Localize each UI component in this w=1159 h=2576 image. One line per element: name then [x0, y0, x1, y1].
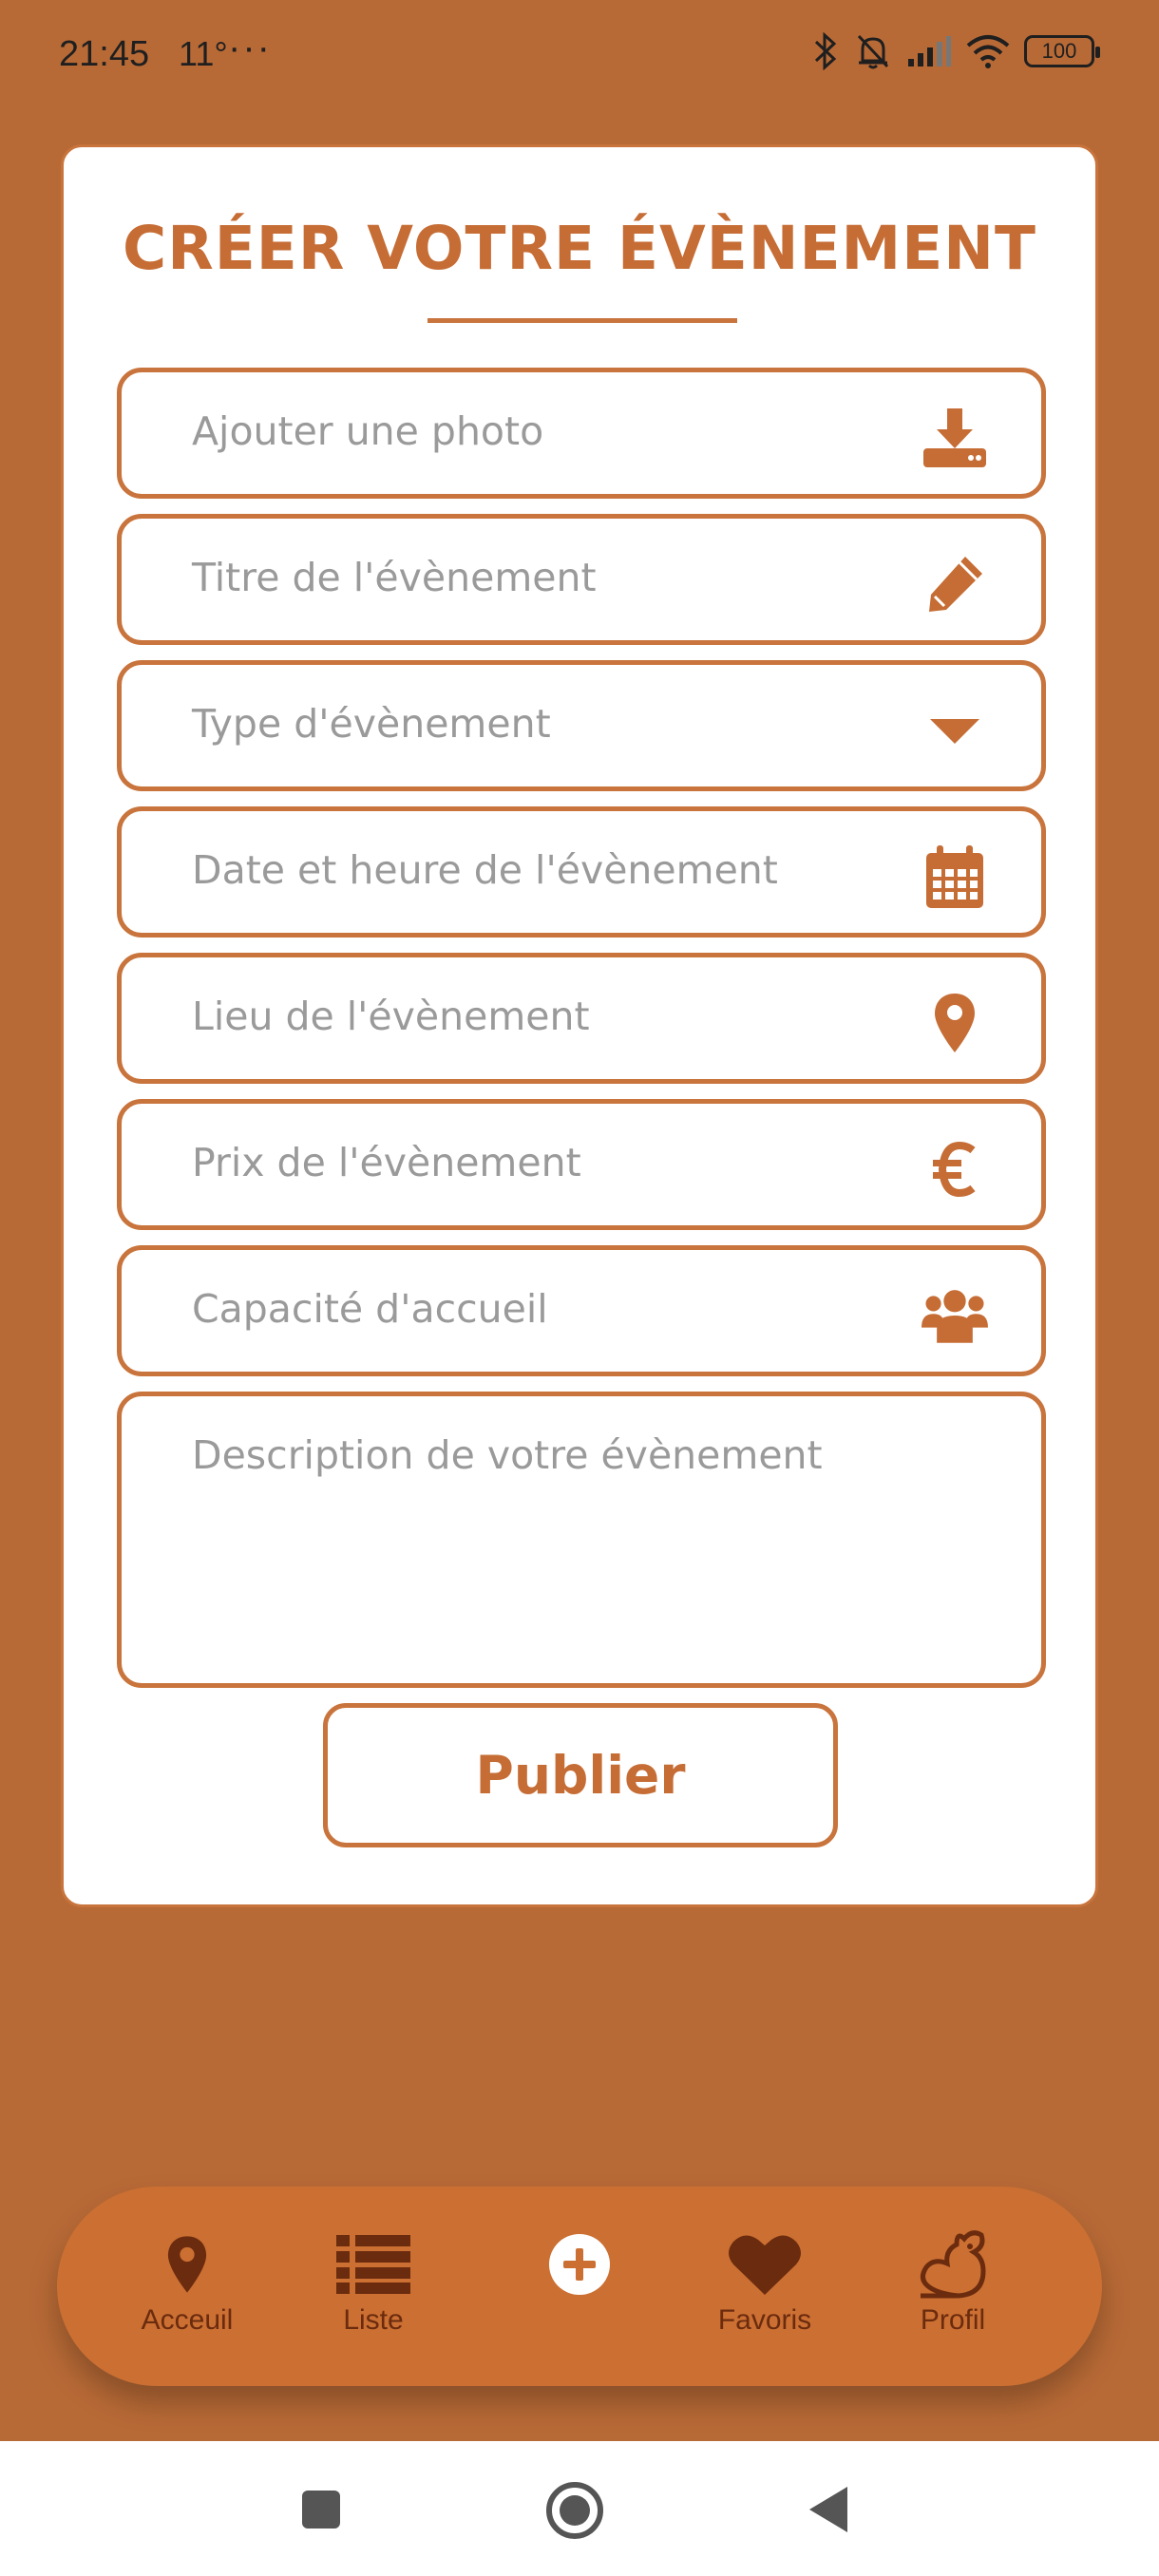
nav-item-profile[interactable]: Profil: [877, 2228, 1029, 2337]
nav-item-favorites[interactable]: Favoris: [689, 2228, 841, 2337]
event-location-placeholder: Lieu de l'évènement: [192, 994, 590, 1039]
status-icons: 100: [811, 32, 1100, 70]
event-type-select[interactable]: Type d'évènement: [117, 660, 1046, 791]
bell-off-icon: [857, 34, 889, 69]
status-more-dots: ···: [228, 27, 272, 68]
wifi-icon: [966, 35, 1010, 68]
bottom-navigation: Acceuil Liste Favoris Profil: [57, 2187, 1102, 2386]
back-icon[interactable]: [808, 2485, 849, 2534]
download-icon[interactable]: [922, 405, 988, 471]
heart-icon: [689, 2228, 841, 2301]
nav-label-home: Acceuil: [141, 2304, 234, 2336]
bluetooth-icon: [814, 32, 837, 70]
publish-button[interactable]: Publier: [323, 1703, 838, 1847]
squirrel-icon: [877, 2228, 1029, 2301]
pencil-icon: [922, 551, 988, 617]
recent-apps-icon[interactable]: [300, 2489, 342, 2530]
map-pin-icon: [922, 990, 988, 1056]
system-navigation-bar: [0, 2441, 1159, 2576]
event-datetime-placeholder: Date et heure de l'évènement: [192, 847, 778, 893]
event-title-field[interactable]: Titre de l'évènement: [117, 514, 1046, 645]
page-title: CRÉER VOTRE ÉVÈNEMENT: [123, 214, 1036, 283]
caret-down-icon[interactable]: [922, 697, 988, 764]
event-price-placeholder: Prix de l'évènement: [192, 1140, 581, 1185]
nav-label-favorites: Favoris: [717, 2304, 812, 2336]
event-description-placeholder: Description de votre évènement: [192, 1432, 823, 1478]
users-icon: [922, 1282, 988, 1349]
nav-label-list: Liste: [343, 2304, 404, 2336]
signal-icon: [908, 36, 951, 66]
event-type-placeholder: Type d'évènement: [192, 701, 551, 747]
calendar-icon[interactable]: [922, 843, 988, 910]
event-title-placeholder: Titre de l'évènement: [192, 555, 597, 600]
nav-item-home[interactable]: Acceuil: [111, 2228, 263, 2337]
event-capacity-placeholder: Capacité d'accueil: [192, 1286, 548, 1332]
nav-item-list[interactable]: Liste: [297, 2228, 449, 2337]
title-underline: [428, 318, 737, 323]
event-location-field[interactable]: Lieu de l'évènement: [117, 953, 1046, 1084]
event-price-field[interactable]: Prix de l'évènement: [117, 1099, 1046, 1230]
status-time: 21:45: [59, 34, 150, 74]
euro-icon: [922, 1136, 988, 1203]
event-capacity-field[interactable]: Capacité d'accueil: [117, 1245, 1046, 1376]
add-photo-placeholder: Ajouter une photo: [192, 408, 544, 454]
plus-circle-icon: [504, 2228, 656, 2301]
battery-indicator: 100: [1024, 35, 1100, 67]
nav-item-add[interactable]: [504, 2228, 656, 2301]
event-datetime-field[interactable]: Date et heure de l'évènement: [117, 806, 1046, 938]
list-icon: [297, 2228, 449, 2301]
home-icon[interactable]: [545, 2481, 604, 2540]
nav-label-profile: Profil: [920, 2304, 986, 2336]
event-description-textarea[interactable]: Description de votre évènement: [117, 1392, 1046, 1688]
map-pin-icon: [111, 2228, 263, 2301]
add-photo-field[interactable]: Ajouter une photo: [117, 368, 1046, 499]
status-bar: 21:45 11° ··· 100: [0, 0, 1159, 109]
status-temperature: 11°: [179, 34, 228, 73]
create-event-card: CRÉER VOTRE ÉVÈNEMENT Ajouter une photo …: [61, 144, 1098, 1907]
